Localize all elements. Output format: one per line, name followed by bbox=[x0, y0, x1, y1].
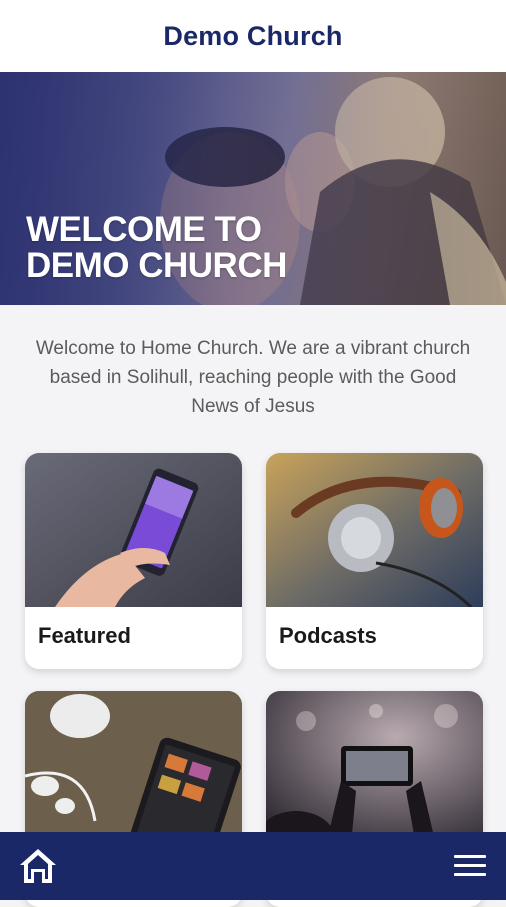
hero-title-line-1: WELCOME TO bbox=[26, 210, 262, 249]
tile-podcasts-image bbox=[266, 453, 483, 607]
bottom-navigation bbox=[0, 832, 506, 900]
tile-featured[interactable]: Featured bbox=[25, 453, 242, 669]
tile-featured-image bbox=[25, 453, 242, 607]
tile-featured-label: Featured bbox=[38, 623, 131, 648]
hero-title: WELCOME TO DEMO CHURCH bbox=[26, 212, 287, 284]
tile-media-image bbox=[25, 691, 242, 845]
app-title: Demo Church bbox=[163, 20, 343, 51]
tile-podcasts[interactable]: Podcasts bbox=[266, 453, 483, 669]
app-header: Demo Church bbox=[0, 0, 506, 73]
hero-banner: WELCOME TO DEMO CHURCH bbox=[0, 72, 506, 305]
hamburger-menu-icon[interactable] bbox=[452, 852, 488, 880]
tile-events-image bbox=[266, 691, 483, 845]
home-icon[interactable] bbox=[18, 846, 58, 886]
hero-title-line-2: DEMO CHURCH bbox=[26, 246, 287, 285]
intro-text: Welcome to Home Church. We are a vibrant… bbox=[35, 338, 471, 417]
tile-podcasts-label: Podcasts bbox=[279, 623, 377, 648]
